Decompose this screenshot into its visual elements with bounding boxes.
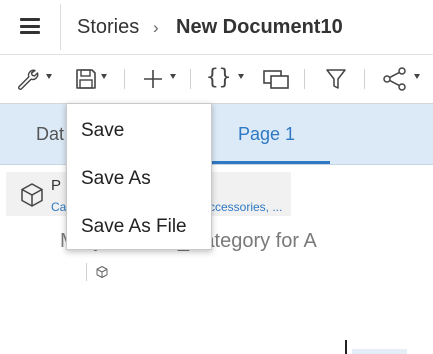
toolbar-divider bbox=[190, 69, 191, 89]
toolbar-divider bbox=[124, 69, 125, 89]
tools-menu-button[interactable] bbox=[16, 67, 56, 91]
page-title: New Document10 bbox=[176, 16, 343, 38]
story-toolbar: {} bbox=[0, 55, 433, 104]
add-menu-button[interactable] bbox=[141, 67, 181, 91]
tab-page-1-label: Page 1 bbox=[238, 124, 296, 144]
page-tab-strip: Dat Page 1 bbox=[0, 104, 433, 165]
card-title: P bbox=[51, 177, 62, 194]
menu-item-save-as[interactable]: Save As bbox=[67, 157, 211, 199]
tab-data[interactable]: Dat bbox=[36, 124, 64, 145]
chevron-down-icon bbox=[46, 74, 52, 79]
card-subtitle[interactable]: Ca bbox=[51, 200, 66, 214]
breadcrumb-stories-link[interactable]: Stories bbox=[77, 15, 139, 39]
share-menu-button[interactable] bbox=[382, 67, 426, 91]
header-divider bbox=[60, 4, 61, 50]
menu-item-save-as-file-label: Save As File bbox=[81, 216, 187, 237]
filter-icon bbox=[326, 69, 346, 89]
add-icon bbox=[144, 70, 162, 88]
tab-page-1[interactable]: Page 1 bbox=[200, 104, 330, 164]
toolbar-divider bbox=[304, 69, 305, 89]
menu-item-save-label: Save bbox=[81, 120, 125, 141]
share-icon bbox=[383, 67, 406, 91]
card-subtitle-filter[interactable]: ccessories, ... bbox=[209, 200, 282, 214]
chevron-down-icon bbox=[170, 74, 176, 79]
chevron-down-icon bbox=[414, 74, 420, 79]
formula-menu-button[interactable]: {} bbox=[206, 65, 250, 91]
menu-item-save[interactable]: Save bbox=[67, 109, 211, 151]
cube-icon bbox=[96, 266, 108, 278]
shell-header: Stories › New Document10 bbox=[0, 0, 433, 55]
toolbar-divider bbox=[364, 69, 365, 89]
hamburger-menu-icon[interactable] bbox=[20, 18, 40, 34]
chart-axis-line bbox=[345, 340, 347, 354]
filter-button[interactable] bbox=[324, 67, 348, 91]
wrench-icon bbox=[18, 69, 39, 90]
chevron-down-icon bbox=[101, 74, 107, 79]
copy-icon bbox=[263, 70, 289, 89]
formula-icon: {} bbox=[206, 65, 232, 89]
menu-item-save-as-file[interactable]: Save As File bbox=[67, 205, 211, 247]
breadcrumb-separator: › bbox=[153, 18, 159, 37]
cube-icon bbox=[21, 183, 43, 207]
chart-bar bbox=[352, 349, 407, 354]
save-dropdown-menu: Save Save As Save As File bbox=[66, 103, 212, 250]
save-icon bbox=[76, 69, 96, 89]
menu-item-save-as-label: Save As bbox=[81, 168, 151, 189]
save-menu-button[interactable] bbox=[74, 67, 114, 91]
copy-button[interactable] bbox=[262, 67, 292, 91]
chevron-down-icon bbox=[238, 74, 244, 79]
divider bbox=[86, 263, 87, 281]
